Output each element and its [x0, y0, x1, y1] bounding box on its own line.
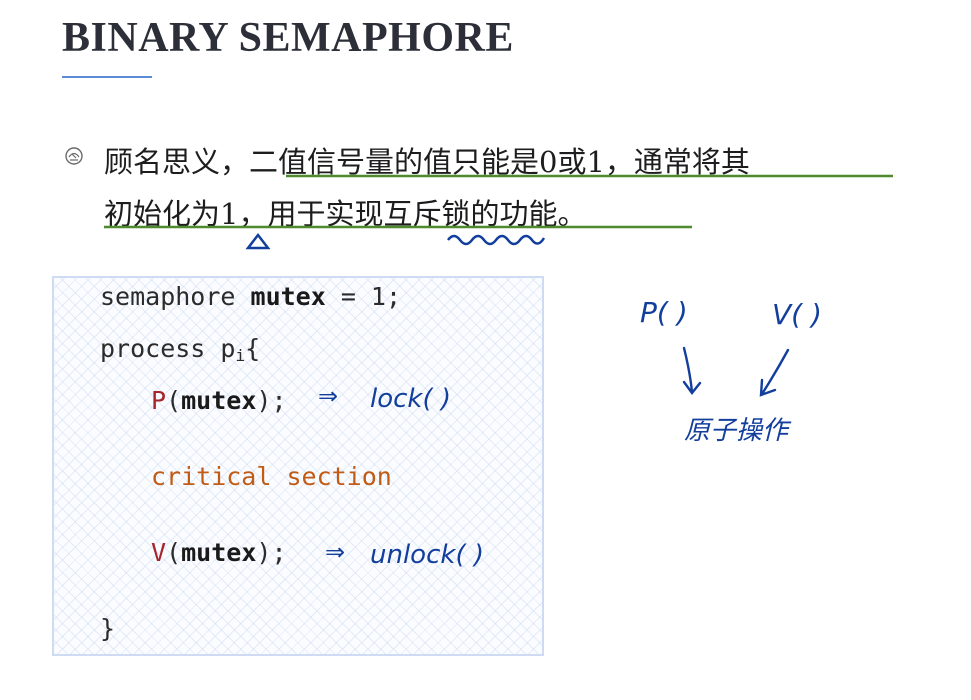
triangle-mark-icon: [245, 232, 271, 250]
unlock-annotation: unlock( ): [370, 540, 484, 570]
wavy-underline-icon: [447, 234, 546, 246]
v-operation-note: V( ): [772, 298, 822, 331]
atomic-operation-note: 原子操作: [684, 416, 789, 446]
arrow-to-unlock: ⇒: [325, 538, 346, 566]
p-operation-note: P( ): [640, 296, 688, 329]
arrow-down-left-icon: [682, 346, 702, 395]
handwritten-ink-layer: [104, 174, 893, 397]
arrow-down-right-icon: [759, 348, 790, 397]
lock-annotation: lock( ): [370, 384, 452, 414]
arrow-to-lock: ⇒: [318, 382, 339, 410]
